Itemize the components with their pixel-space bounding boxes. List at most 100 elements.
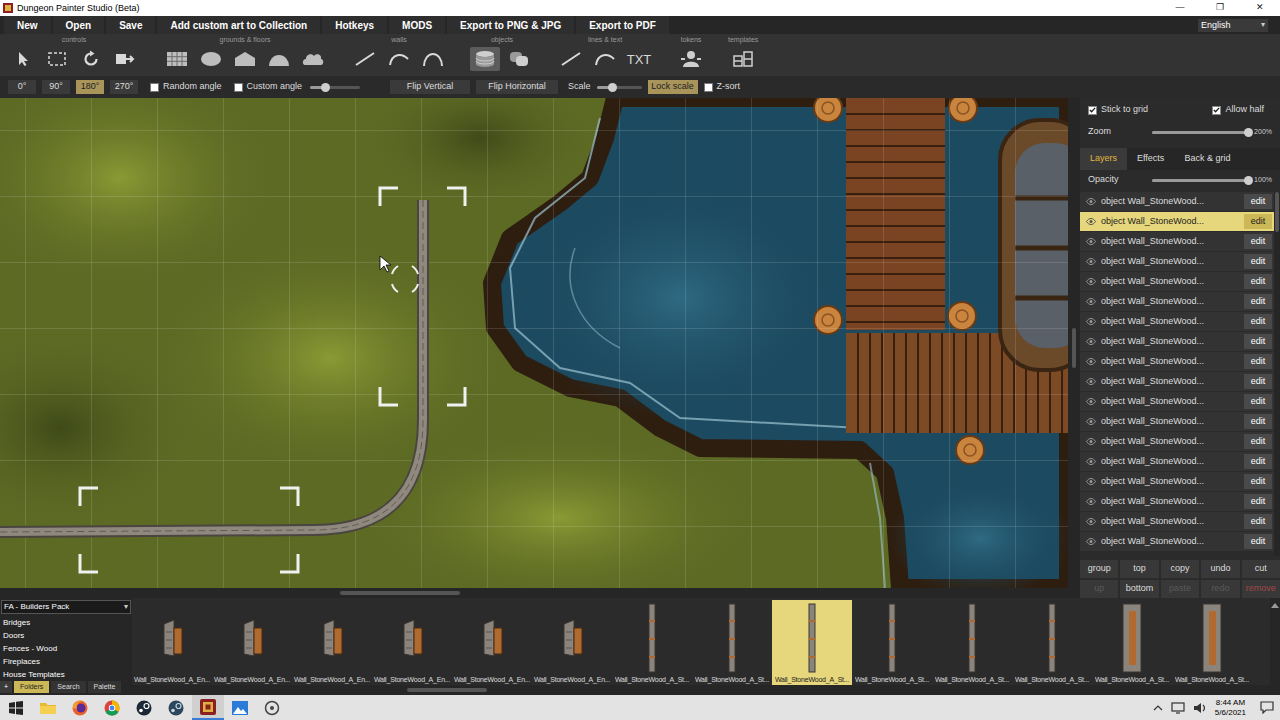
slider-knob[interactable] <box>1244 176 1253 185</box>
folder-icon[interactable] <box>32 695 64 720</box>
tool-button[interactable] <box>384 47 414 71</box>
layer-row[interactable]: object Wall_StoneWood...edit <box>1080 512 1274 531</box>
tool-button[interactable] <box>590 47 620 71</box>
checkbox[interactable] <box>1212 106 1221 115</box>
dungeon-painter-icon[interactable] <box>192 695 224 720</box>
menu-item[interactable]: Export to PNG & JPG <box>447 16 574 34</box>
layer-action-button[interactable]: cut <box>1242 560 1280 578</box>
checkbox-field[interactable]: Random angle <box>150 80 222 94</box>
layer-edit-button[interactable]: edit <box>1244 534 1272 549</box>
slider-track[interactable] <box>597 86 642 89</box>
layer-action-button[interactable]: group <box>1080 560 1118 578</box>
angle-button[interactable]: 270° <box>110 80 138 94</box>
eye-icon[interactable] <box>1086 378 1096 385</box>
tool-button[interactable] <box>76 47 106 71</box>
eye-icon[interactable] <box>1086 318 1096 325</box>
tool-button[interactable] <box>350 47 380 71</box>
eye-icon[interactable] <box>1086 418 1096 425</box>
asset-tile[interactable]: Wall_StoneWood_A_En... <box>372 600 452 685</box>
scrollbar-thumb[interactable] <box>1072 328 1076 368</box>
layer-edit-button[interactable]: edit <box>1244 354 1272 369</box>
layer-row[interactable]: object Wall_StoneWood...edit <box>1080 472 1274 491</box>
chrome-icon[interactable] <box>96 695 128 720</box>
layer-row[interactable]: object Wall_StoneWood...edit <box>1080 192 1274 211</box>
layer-edit-button[interactable]: edit <box>1244 474 1272 489</box>
tool-button[interactable] <box>230 47 260 71</box>
asset-tile[interactable]: Wall_StoneWood_A_St... <box>852 600 932 685</box>
add-button[interactable]: + <box>0 681 12 693</box>
layer-edit-button[interactable]: edit <box>1244 494 1272 509</box>
checkbox-field[interactable]: Z-sort <box>704 80 741 94</box>
pack-select[interactable]: FA - Builders Pack▾ <box>1 600 131 614</box>
asset-tile[interactable]: Wall_StoneWood_A_St... <box>932 600 1012 685</box>
eye-icon[interactable] <box>1086 218 1096 225</box>
slider-knob[interactable] <box>321 83 330 92</box>
layer-action-button[interactable]: top <box>1120 560 1158 578</box>
eye-icon[interactable] <box>1086 198 1096 205</box>
horizontal-scrollbar[interactable] <box>0 588 1068 598</box>
eye-icon[interactable] <box>1086 458 1096 465</box>
menu-item[interactable]: Add custom art to Collection <box>157 16 320 34</box>
layer-edit-button[interactable]: edit <box>1244 254 1272 269</box>
layer-row[interactable]: object Wall_StoneWood...edit <box>1080 432 1274 451</box>
scrollbar-thumb[interactable] <box>1275 192 1279 232</box>
eye-icon[interactable] <box>1086 498 1096 505</box>
layer-row[interactable]: object Wall_StoneWood...edit <box>1080 272 1274 291</box>
window-control-button[interactable]: ✕ <box>1240 0 1280 16</box>
layer-row[interactable]: object Wall_StoneWood...edit <box>1080 392 1274 411</box>
asset-tile[interactable]: Wall_StoneWood_A_St... <box>772 600 852 685</box>
lock-scale-button[interactable]: Lock scale <box>648 80 698 94</box>
eye-icon[interactable] <box>1086 438 1096 445</box>
eye-icon[interactable] <box>1086 518 1096 525</box>
app-icon[interactable] <box>256 695 288 720</box>
asset-tile[interactable]: Wall_StoneWood_A_St... <box>1092 600 1172 685</box>
checkbox-field[interactable]: Custom angle <box>234 80 303 94</box>
layer-edit-button[interactable]: edit <box>1244 434 1272 449</box>
checkbox[interactable] <box>234 83 243 92</box>
layer-edit-button[interactable]: edit <box>1244 414 1272 429</box>
layer-edit-button[interactable]: edit <box>1244 214 1272 229</box>
angle-button[interactable]: 90° <box>42 80 70 94</box>
angle-button[interactable]: 0° <box>8 80 36 94</box>
asset-vertical-scrollbar[interactable] <box>1270 598 1280 695</box>
layer-edit-button[interactable]: edit <box>1244 234 1272 249</box>
vertical-scrollbar[interactable] <box>1068 98 1080 598</box>
eye-icon[interactable] <box>1086 538 1096 545</box>
asset-tile[interactable]: Wall_StoneWood_A_St... <box>1172 600 1252 685</box>
slider-knob[interactable] <box>608 83 617 92</box>
panel-tab[interactable]: Effects <box>1127 148 1174 170</box>
window-control-button[interactable]: — <box>1160 0 1200 16</box>
eye-icon[interactable] <box>1086 398 1096 405</box>
angle-button[interactable]: 180° <box>76 80 104 94</box>
asset-tile[interactable]: Wall_StoneWood_A_En... <box>532 600 612 685</box>
tool-button[interactable] <box>8 47 38 71</box>
tool-button[interactable] <box>264 47 294 71</box>
layer-action-button[interactable]: undo <box>1201 560 1239 578</box>
asset-tab[interactable]: Palette <box>88 681 122 693</box>
layer-edit-button[interactable]: edit <box>1244 274 1272 289</box>
slider-track[interactable] <box>1152 131 1248 134</box>
layer-action-button[interactable]: bottom <box>1120 580 1158 598</box>
menu-item[interactable]: New <box>4 16 51 34</box>
checkbox-field[interactable]: Stick to grid <box>1088 103 1148 117</box>
checkbox-field[interactable]: Allow half <box>1212 103 1264 117</box>
layer-edit-button[interactable]: edit <box>1244 294 1272 309</box>
steam-icon[interactable] <box>128 695 160 720</box>
tool-button[interactable] <box>196 47 226 71</box>
layer-row[interactable]: object Wall_StoneWood...edit <box>1080 292 1274 311</box>
map-art[interactable] <box>0 98 1068 588</box>
panel-tab[interactable]: Layers <box>1080 148 1127 170</box>
tool-button[interactable] <box>504 47 534 71</box>
layer-edit-button[interactable]: edit <box>1244 334 1272 349</box>
scroll-up-icon[interactable] <box>1271 602 1279 608</box>
language-select[interactable]: English▾ <box>1198 19 1268 32</box>
layer-action-button[interactable]: remove <box>1242 580 1280 598</box>
asset-tile[interactable]: Wall_StoneWood_A_St... <box>1012 600 1092 685</box>
tool-button[interactable] <box>110 47 140 71</box>
slider-track[interactable] <box>310 86 360 89</box>
network-icon[interactable] <box>1171 702 1185 714</box>
flip-horizontal-button[interactable]: Flip Horizontal <box>476 80 558 94</box>
layers-scrollbar[interactable] <box>1274 192 1280 556</box>
checkbox[interactable] <box>1088 106 1097 115</box>
layer-action-button[interactable]: copy <box>1161 560 1199 578</box>
